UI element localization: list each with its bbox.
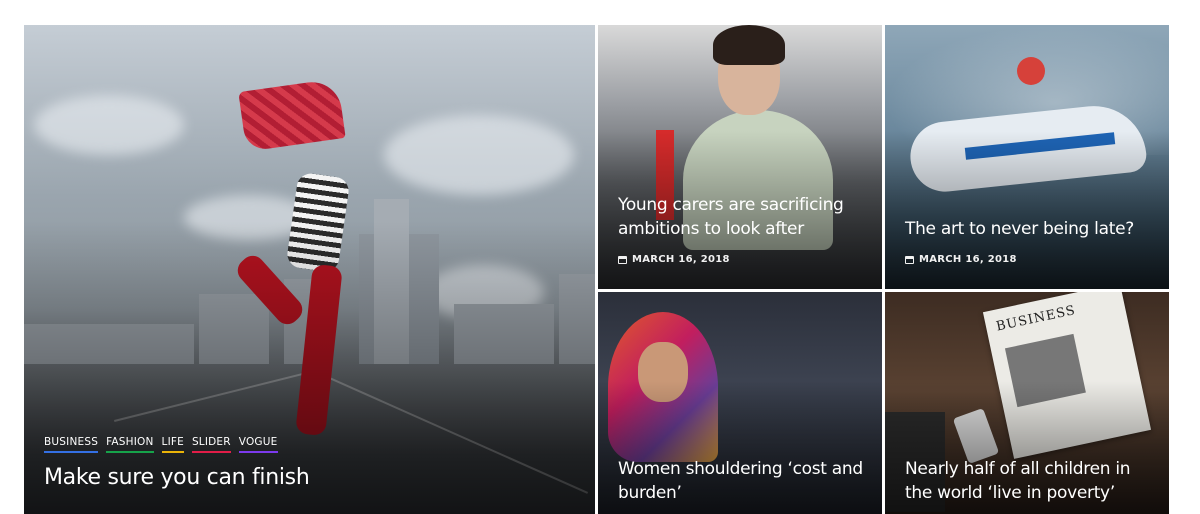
- category-slider[interactable]: SLIDER: [191, 436, 231, 453]
- post-content: Women shouldering ‘cost and burden’: [618, 457, 866, 506]
- newspaper-masthead: BUSINESS: [994, 303, 1078, 335]
- hero-post-title[interactable]: Make sure you can finish: [44, 465, 579, 490]
- category-vogue[interactable]: VOGUE: [238, 436, 278, 453]
- post-content: The art to never being late? MARCH 16, 2…: [905, 217, 1153, 265]
- post-card-children-poverty[interactable]: BUSINESS Nearly half of all children in …: [885, 292, 1169, 514]
- post-date: MARCH 16, 2018: [919, 254, 1017, 265]
- calendar-icon: [618, 255, 627, 264]
- post-title[interactable]: Nearly half of all children in the world…: [905, 457, 1153, 506]
- post-content: Young carers are sacrificing ambitions t…: [618, 193, 866, 265]
- hero-content: BUSINESS FASHION LIFE SLIDER VOGUE Make …: [44, 436, 579, 490]
- category-life[interactable]: LIFE: [161, 436, 184, 453]
- category-list: BUSINESS FASHION LIFE SLIDER VOGUE: [44, 436, 579, 453]
- image-overlay: [885, 130, 1169, 289]
- featured-grid: BUSINESS FASHION LIFE SLIDER VOGUE Make …: [24, 25, 1169, 514]
- cloud-shape: [34, 95, 184, 155]
- post-content: Nearly half of all children in the world…: [905, 457, 1153, 506]
- post-title[interactable]: The art to never being late?: [905, 217, 1153, 242]
- post-meta: MARCH 16, 2018: [618, 254, 866, 265]
- decor-shape: [713, 25, 785, 65]
- red-scarf-shape: [238, 78, 346, 152]
- decor-shape: [1017, 57, 1045, 85]
- calendar-icon: [905, 255, 914, 264]
- post-date: MARCH 16, 2018: [632, 254, 730, 265]
- post-title[interactable]: Young carers are sacrificing ambitions t…: [618, 193, 866, 242]
- hero-post-card[interactable]: BUSINESS FASHION LIFE SLIDER VOGUE Make …: [24, 25, 595, 514]
- post-card-never-late[interactable]: The art to never being late? MARCH 16, 2…: [885, 25, 1169, 289]
- post-title[interactable]: Women shouldering ‘cost and burden’: [618, 457, 866, 506]
- post-card-women-shouldering[interactable]: Women shouldering ‘cost and burden’: [598, 292, 882, 514]
- post-card-young-carers[interactable]: Young carers are sacrificing ambitions t…: [598, 25, 882, 289]
- category-fashion[interactable]: FASHION: [106, 436, 154, 453]
- category-business[interactable]: BUSINESS: [44, 436, 99, 453]
- post-meta: MARCH 16, 2018: [905, 254, 1153, 265]
- cloud-shape: [384, 115, 574, 195]
